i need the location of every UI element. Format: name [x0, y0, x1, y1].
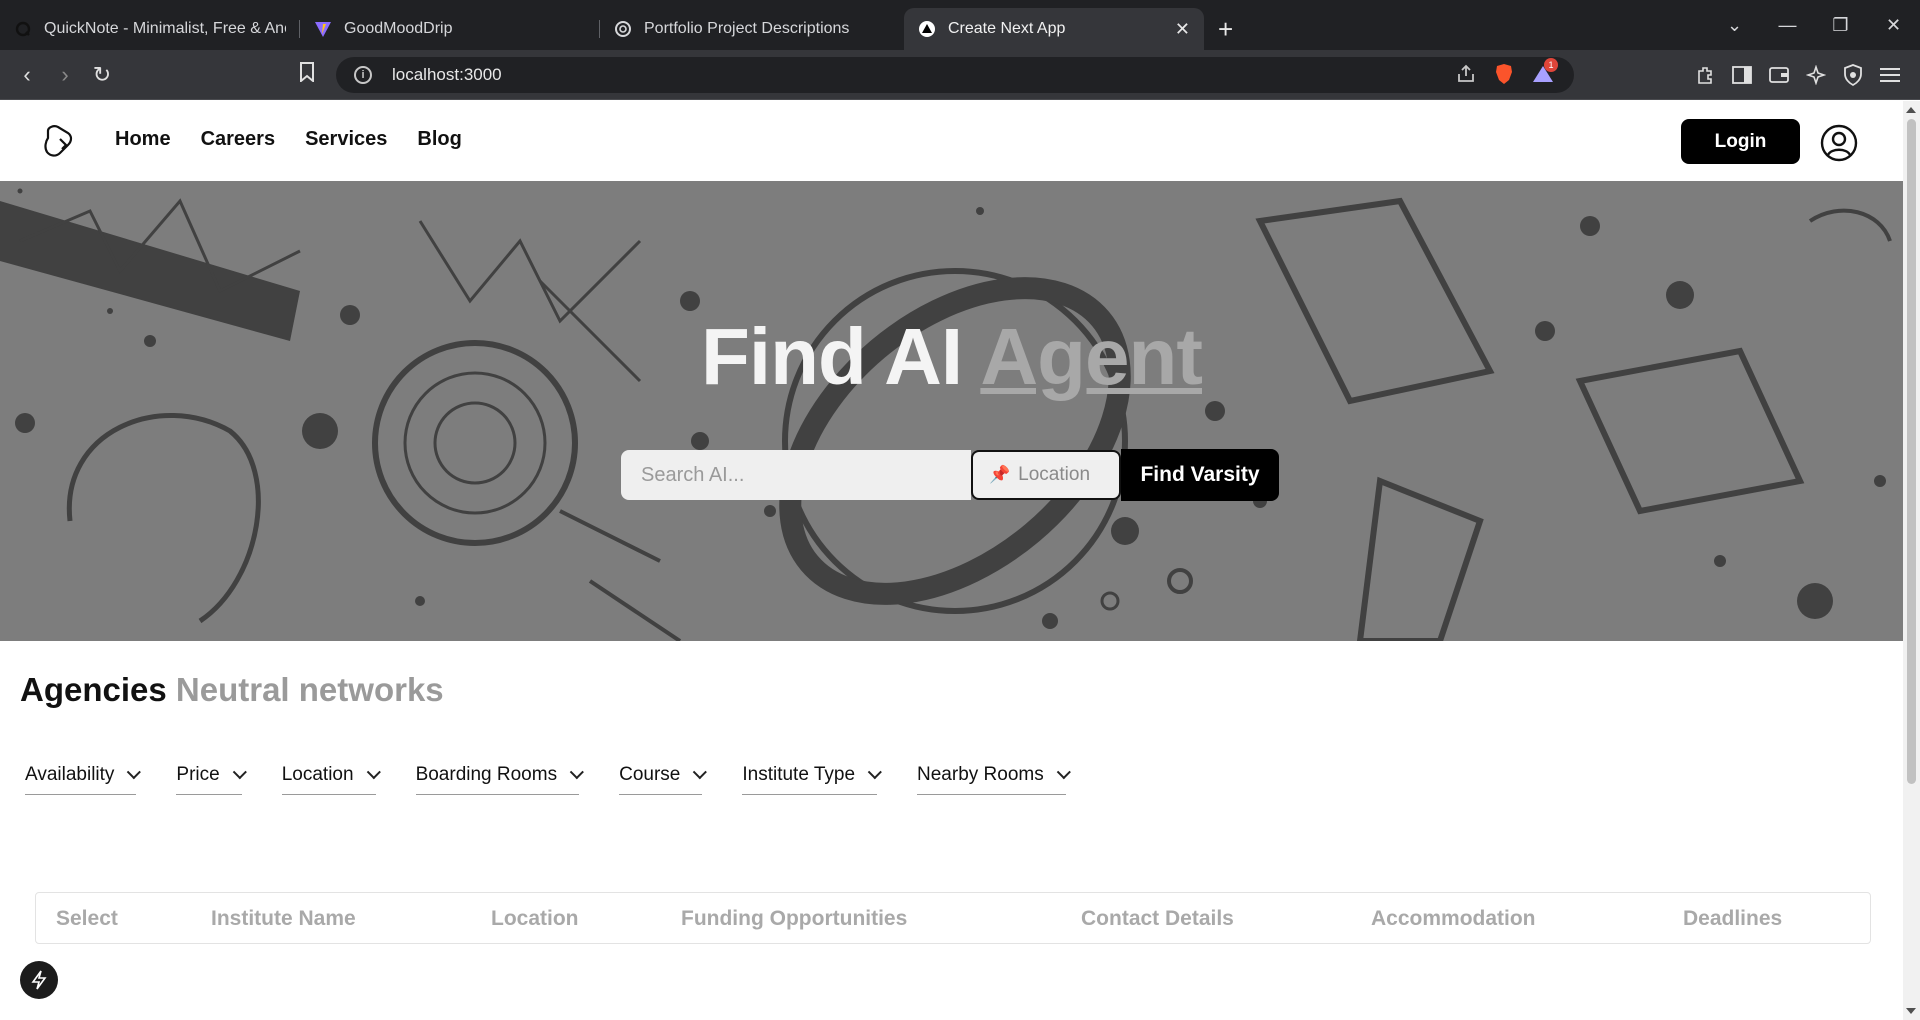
chevron-down-icon: [366, 765, 381, 780]
vpn-icon[interactable]: [1840, 62, 1866, 88]
filter-label: Nearby Rooms: [917, 764, 1044, 785]
column-header-location[interactable]: Location: [491, 907, 579, 931]
share-icon[interactable]: [1456, 64, 1476, 89]
tab-search-icon[interactable]: ⌄: [1708, 15, 1761, 36]
chevron-down-icon: [867, 765, 882, 780]
column-header-select[interactable]: Select: [56, 907, 118, 931]
scroll-up-icon[interactable]: [1906, 107, 1916, 113]
tab-goodmooddrip[interactable]: GoodMoodDrip: [300, 8, 600, 50]
reload-icon[interactable]: ↻: [89, 62, 115, 88]
filter-location[interactable]: Location: [281, 764, 381, 795]
column-header-accommodation[interactable]: Accommodation: [1371, 907, 1536, 931]
filter-label: Availability: [25, 764, 115, 785]
leo-ai-icon[interactable]: [1803, 62, 1829, 88]
tab-portfolio[interactable]: Portfolio Project Descriptions: [600, 8, 900, 50]
close-window-icon[interactable]: ✕: [1867, 15, 1920, 36]
hero-search-bar: Search AI... 📌 Location Find Varsity: [621, 449, 1279, 501]
location-button[interactable]: 📌 Location: [971, 450, 1121, 500]
address-bar[interactable]: i localhost:3000 1: [336, 57, 1574, 93]
tab-title: GoodMoodDrip: [344, 20, 453, 37]
chevron-down-icon: [232, 765, 247, 780]
back-icon[interactable]: ‹: [14, 62, 40, 88]
space-doodle-illustration: [0, 181, 1903, 641]
menu-icon[interactable]: [1877, 62, 1903, 88]
institutes-table-header: Select Institute Name Location Funding O…: [35, 892, 1871, 944]
tab-title: QuickNote - Minimalist, Free & Anonymous: [44, 20, 286, 37]
new-tab-button[interactable]: +: [1218, 8, 1233, 50]
restore-icon[interactable]: ❐: [1814, 15, 1867, 36]
scroll-down-icon[interactable]: [1906, 1008, 1916, 1014]
site-logo-icon[interactable]: [40, 123, 76, 159]
filter-boarding-rooms[interactable]: Boarding Rooms: [415, 764, 584, 795]
find-varsity-button[interactable]: Find Varsity: [1121, 449, 1279, 501]
filter-institute-type[interactable]: Institute Type: [742, 764, 882, 795]
nav-blog[interactable]: Blog: [417, 128, 461, 151]
wallet-icon[interactable]: [1766, 62, 1792, 88]
brave-rewards-icon[interactable]: 1: [1532, 58, 1558, 89]
filter-label: Boarding Rooms: [415, 764, 558, 785]
openai-icon: [614, 20, 632, 38]
tab-title: Create Next App: [948, 20, 1066, 37]
chevron-down-icon: [1056, 765, 1071, 780]
page-scrollbar[interactable]: [1903, 101, 1920, 1020]
column-header-institute-name[interactable]: Institute Name: [211, 907, 356, 931]
site-info-icon[interactable]: i: [354, 66, 372, 84]
browser-tab-strip: QuickNote - Minimalist, Free & Anonymous…: [0, 0, 1920, 50]
vite-icon: [314, 20, 332, 38]
browser-toolbar: ‹ › ↻ i localhost:3000 1: [0, 50, 1920, 100]
filter-availability[interactable]: Availability: [25, 764, 142, 795]
window-controls: ⌄ — ❐ ✕: [1708, 0, 1920, 50]
close-tab-icon[interactable]: ✕: [1175, 19, 1190, 40]
hero-title-main: Find AI: [701, 312, 963, 401]
bookmark-icon[interactable]: [294, 62, 320, 88]
filter-course[interactable]: Course: [619, 764, 708, 795]
pushpin-icon: 📌: [989, 465, 1011, 484]
nav-services[interactable]: Services: [305, 128, 387, 151]
filter-label: Price: [176, 764, 220, 785]
location-label: Location: [1018, 464, 1091, 485]
filter-nearby-rooms[interactable]: Nearby Rooms: [917, 764, 1071, 795]
hero-title: Find AI Agent: [0, 311, 1903, 403]
column-header-deadlines[interactable]: Deadlines: [1683, 907, 1782, 931]
column-header-funding[interactable]: Funding Opportunities: [681, 907, 907, 931]
minimize-icon[interactable]: —: [1761, 15, 1814, 36]
extensions-icon[interactable]: [1692, 62, 1718, 88]
nextjs-dev-indicator-icon[interactable]: [20, 961, 58, 999]
agencies-heading: Agencies Neutral networks: [20, 671, 444, 709]
user-account-icon[interactable]: [1820, 124, 1858, 162]
web-page: Home Careers Services Blog Login Find AI…: [0, 101, 1903, 1020]
hero-title-accent: Agent: [980, 312, 1203, 401]
nav-careers[interactable]: Careers: [201, 128, 276, 151]
tab-quicknote[interactable]: QuickNote - Minimalist, Free & Anonymous: [0, 8, 300, 50]
chevron-down-icon: [569, 765, 584, 780]
filter-label: Institute Type: [742, 764, 856, 785]
nextjs-icon: [918, 20, 936, 38]
quicknote-icon: [14, 20, 32, 38]
filter-price[interactable]: Price: [176, 764, 247, 795]
sidebar-icon[interactable]: [1729, 62, 1755, 88]
main-nav: Home Careers Services Blog: [115, 128, 492, 151]
hero-banner: Find AI Agent Search AI... 📌 Location Fi…: [0, 181, 1903, 641]
chevron-down-icon: [693, 765, 708, 780]
agencies-subtitle: Neutral networks: [175, 671, 444, 708]
brave-shields-icon[interactable]: [1494, 63, 1514, 90]
site-header: Home Careers Services Blog Login: [0, 101, 1903, 181]
nav-home[interactable]: Home: [115, 128, 171, 151]
filter-label: Course: [619, 764, 681, 785]
notification-badge: 1: [1544, 58, 1558, 72]
scrollbar-thumb[interactable]: [1907, 119, 1916, 784]
column-header-contact[interactable]: Contact Details: [1081, 907, 1234, 931]
filter-bar: Availability Price Location Boarding Roo…: [25, 764, 1106, 795]
chevron-down-icon: [127, 765, 142, 780]
search-input[interactable]: Search AI...: [621, 450, 971, 500]
agencies-title: Agencies: [20, 671, 167, 708]
tab-title: Portfolio Project Descriptions: [644, 20, 850, 37]
filter-label: Location: [281, 764, 354, 785]
url-text: localhost:3000: [392, 65, 502, 84]
tab-create-next-app[interactable]: Create Next App ✕: [904, 8, 1204, 50]
login-button[interactable]: Login: [1681, 119, 1800, 164]
forward-icon[interactable]: ›: [52, 62, 78, 88]
